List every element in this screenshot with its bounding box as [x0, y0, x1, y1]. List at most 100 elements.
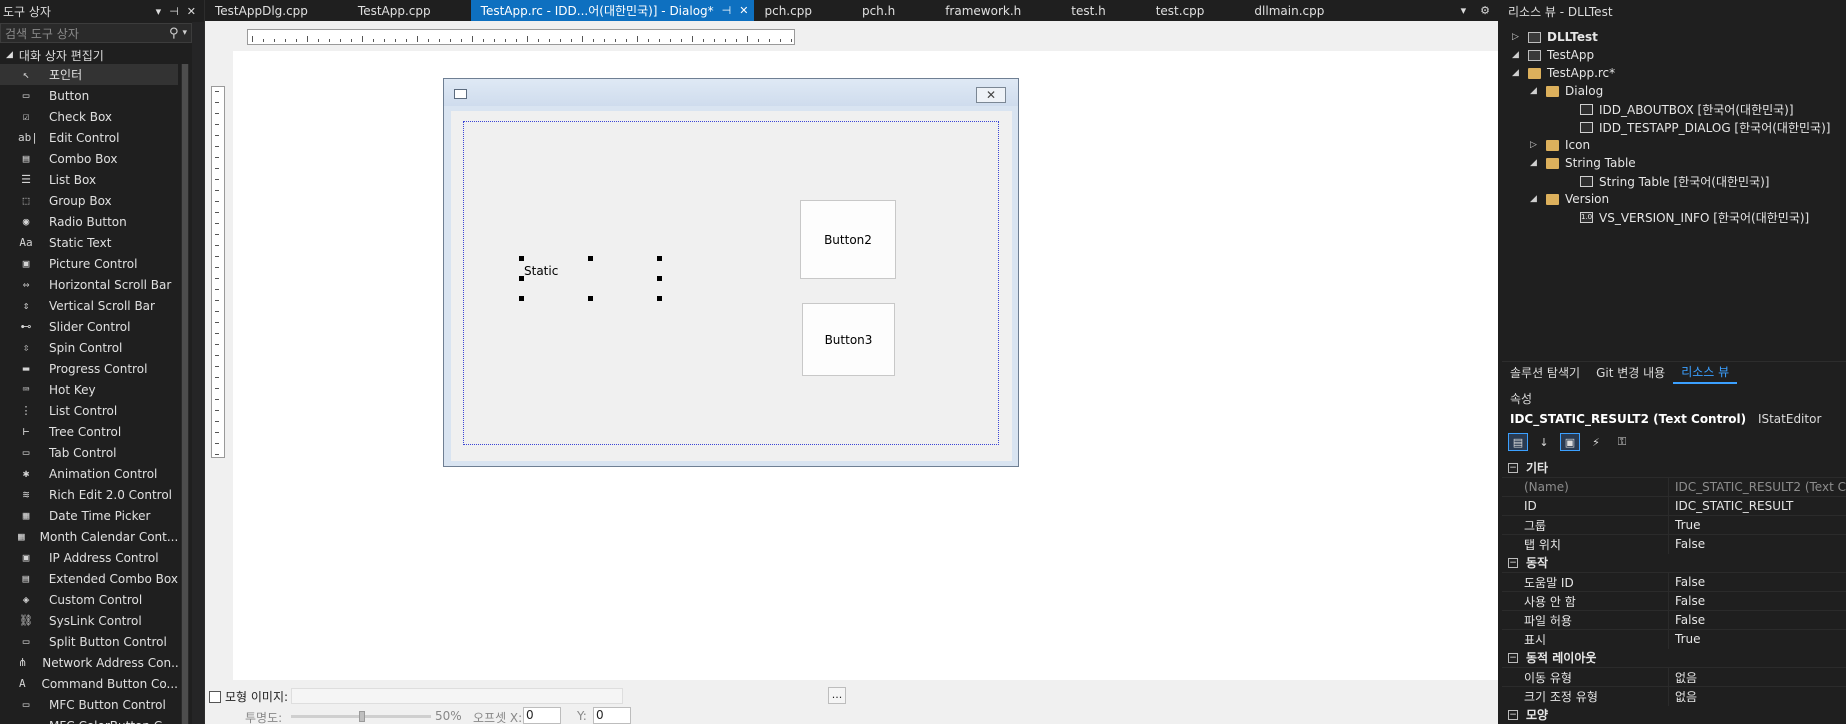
document-tab[interactable]: pch.h	[852, 0, 935, 21]
property-row[interactable]: 탭 위치 False	[1502, 534, 1846, 554]
property-value[interactable]: True	[1668, 515, 1846, 535]
expand-toggle-icon[interactable]: ◢	[1530, 194, 1542, 204]
dropdown-icon[interactable]: ▾	[156, 5, 162, 18]
slider-knob[interactable]	[359, 711, 365, 722]
property-value[interactable]: 없음	[1668, 686, 1846, 706]
property-category[interactable]: − 모양	[1502, 705, 1846, 724]
resource-tree-node[interactable]: ◢ TestApp	[1512, 46, 1594, 64]
toolbox-item[interactable]: ◉ Radio Button	[0, 211, 178, 232]
toolbox-item[interactable]: ▭ MFC Button Control	[0, 694, 178, 715]
toolbox-item[interactable]: ⛓ SysLink Control	[0, 610, 178, 631]
toolbox-item[interactable]: ▣ Picture Control	[0, 253, 178, 274]
property-value[interactable]: False	[1668, 591, 1846, 611]
toolbox-group-header[interactable]: ◢ 대화 상자 편집기	[0, 46, 104, 64]
toolbox-item[interactable]: ⌨ Hot Key	[0, 379, 178, 400]
property-category[interactable]: − 동적 레이아웃	[1502, 648, 1846, 667]
properties-icon[interactable]: ▣	[1560, 433, 1580, 451]
button2-control[interactable]: Button2	[800, 200, 896, 279]
property-row[interactable]: 그룹 True	[1502, 515, 1846, 535]
toolbox-item[interactable]: ▭ MFC ColorButton C...	[0, 715, 178, 724]
close-icon[interactable]: ✕	[187, 5, 196, 18]
toolbox-item[interactable]: ⊷ Slider Control	[0, 316, 178, 337]
resize-handle[interactable]	[657, 296, 662, 301]
resource-tree-node[interactable]: ◢ Version	[1530, 190, 1609, 208]
pin-icon[interactable]: ⊣	[169, 5, 179, 18]
mockup-image-path-input[interactable]	[291, 688, 623, 704]
expand-toggle-icon[interactable]: ▷	[1530, 140, 1542, 150]
resource-tree-node[interactable]: ▷ DLLTest	[1512, 28, 1598, 46]
expand-toggle-icon[interactable]: ◢	[1512, 50, 1524, 60]
resize-handle[interactable]	[588, 256, 593, 261]
toolbox-item[interactable]: ☑ Check Box	[0, 106, 178, 127]
property-value[interactable]: 없음	[1668, 667, 1846, 687]
property-row[interactable]: ID IDC_STATIC_RESULT	[1502, 496, 1846, 516]
toolbox-item[interactable]: ▬ Progress Control	[0, 358, 178, 379]
property-value[interactable]: False	[1668, 572, 1846, 592]
dialog-client-area[interactable]: Static Button2 Button3	[451, 111, 1012, 461]
collapse-icon[interactable]: −	[1508, 709, 1518, 720]
alphabetical-sort-icon[interactable]: ↓	[1534, 433, 1554, 451]
toolbox-item[interactable]: ▦ Date Time Picker	[0, 505, 178, 526]
vertical-ruler[interactable]	[211, 86, 225, 458]
toolbox-item[interactable]: ⬚ Group Box	[0, 190, 178, 211]
dialog-editor-canvas[interactable]: ✕ Static Button2 Button3	[205, 21, 1498, 680]
document-tab[interactable]: framework.h	[935, 0, 1061, 21]
events-icon[interactable]: ⚡	[1586, 433, 1606, 451]
property-row[interactable]: 사용 안 함 False	[1502, 591, 1846, 611]
button3-control[interactable]: Button3	[802, 303, 895, 376]
toolbox-item[interactable]: ▤ Extended Combo Box	[0, 568, 178, 589]
property-value[interactable]: IDC_STATIC_RESULT2 (Text Control)	[1668, 477, 1846, 497]
dialog-close-button[interactable]: ✕	[976, 87, 1006, 103]
resize-handle[interactable]	[519, 296, 524, 301]
toolbox-item[interactable]: Aa Static Text	[0, 232, 178, 253]
toolbox-item[interactable]: ≋ Rich Edit 2.0 Control	[0, 484, 178, 505]
toolbox-scrollbar[interactable]	[181, 64, 189, 724]
properties-object-selector[interactable]: IDC_STATIC_RESULT2 (Text Control) IStatE…	[1510, 412, 1821, 426]
document-tab[interactable]: test.cpp	[1146, 0, 1245, 21]
toolbox-item[interactable]: ⋮ List Control	[0, 400, 178, 421]
tab-overflow-icon[interactable]: ▾	[1461, 4, 1467, 17]
pin-icon[interactable]: ⊣	[722, 4, 732, 17]
property-row[interactable]: (Name) IDC_STATIC_RESULT2 (Text Control)	[1502, 477, 1846, 497]
property-pages-icon[interactable]: ⚿	[1612, 433, 1632, 451]
mockup-image-checkbox[interactable]	[209, 690, 221, 703]
collapse-icon[interactable]: ◢	[6, 50, 13, 60]
expand-toggle-icon[interactable]: ▷	[1512, 32, 1524, 42]
toolbox-item[interactable]: ▤ Combo Box	[0, 148, 178, 169]
document-tab[interactable]: pch.cpp	[754, 0, 851, 21]
property-value[interactable]: True	[1668, 629, 1846, 649]
document-tab[interactable]: dllmain.cpp	[1244, 0, 1364, 21]
toolbox-item[interactable]: ✱ Animation Control	[0, 463, 178, 484]
toolbox-item[interactable]: ⇕ Vertical Scroll Bar	[0, 295, 178, 316]
toolbox-item[interactable]: ▦ Month Calendar Cont...	[0, 526, 178, 547]
resource-tree-node[interactable]: String Table [한국어(대한민국)]	[1564, 172, 1769, 190]
toolbox-item[interactable]: ▭ Button	[0, 85, 178, 106]
toolbox-item[interactable]: ▣ IP Address Control	[0, 547, 178, 568]
resize-handle[interactable]	[519, 276, 524, 281]
resource-tree-node[interactable]: IDD_ABOUTBOX [한국어(대한민국)]	[1564, 100, 1794, 118]
search-dropdown-icon[interactable]: ▾	[182, 28, 187, 38]
toolbox-search-input[interactable]: 검색 도구 상자 ⚲ ▾	[0, 23, 192, 43]
collapse-icon[interactable]: −	[1508, 652, 1518, 663]
panel-tab[interactable]: 리소스 뷰	[1673, 362, 1738, 384]
dialog-preview[interactable]: ✕ Static Button2 Button3	[443, 78, 1019, 467]
resize-handle[interactable]	[657, 276, 662, 281]
toolbox-item[interactable]: A Command Button Co...	[0, 673, 178, 694]
resize-handle[interactable]	[657, 256, 662, 261]
toolbox-item[interactable]: ⋔ Network Address Con...	[0, 652, 178, 673]
property-category[interactable]: − 기타	[1502, 458, 1846, 477]
collapse-icon[interactable]: −	[1508, 462, 1518, 473]
search-icon[interactable]: ⚲	[169, 26, 179, 41]
property-row[interactable]: 표시 True	[1502, 629, 1846, 649]
toolbox-item[interactable]: ⇔ Horizontal Scroll Bar	[0, 274, 178, 295]
property-row[interactable]: 크기 조정 유형 없음	[1502, 686, 1846, 706]
close-icon[interactable]: ✕	[739, 4, 748, 17]
offset-y-input[interactable]: 0	[593, 707, 631, 724]
toolbox-item[interactable]: ⇳ Spin Control	[0, 337, 178, 358]
resource-tree-node[interactable]: ◢ Dialog	[1530, 82, 1603, 100]
static-text-control[interactable]: Static	[524, 264, 558, 278]
toolbox-item[interactable]: ab| Edit Control	[0, 127, 178, 148]
property-row[interactable]: 도움말 ID False	[1502, 572, 1846, 592]
document-tab[interactable]: TestApp.cpp	[348, 0, 471, 21]
property-row[interactable]: 파일 허용 False	[1502, 610, 1846, 630]
